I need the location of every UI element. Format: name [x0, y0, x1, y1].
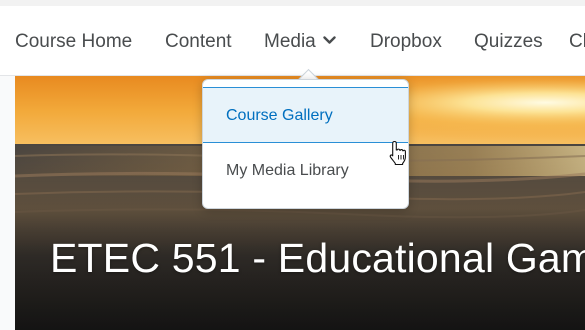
menu-item-course-gallery[interactable]: Course Gallery: [203, 87, 408, 143]
nav-item-media[interactable]: Media: [264, 31, 336, 53]
nav-item-quizzes[interactable]: Quizzes: [474, 31, 543, 53]
page-margin: [0, 76, 15, 330]
menu-item-my-media-library[interactable]: My Media Library: [203, 143, 408, 199]
course-title: ETEC 551 - Educational Gam: [50, 235, 585, 281]
nav-item-course-home[interactable]: Course Home: [15, 31, 132, 53]
course-navbar: Course Home Content Media Dropbox Quizze…: [0, 0, 585, 76]
nav-menu: Course Home Content Media Dropbox Quizze…: [0, 6, 585, 76]
nav-item-content[interactable]: Content: [165, 31, 232, 53]
nav-item-truncated[interactable]: Cl: [569, 31, 585, 53]
nav-item-media-label: Media: [264, 31, 316, 52]
nav-item-dropbox[interactable]: Dropbox: [370, 31, 442, 53]
hand-pointer-cursor-icon: [389, 140, 406, 166]
chevron-down-icon: [323, 36, 336, 45]
media-dropdown-menu: Course Gallery My Media Library: [202, 79, 409, 209]
